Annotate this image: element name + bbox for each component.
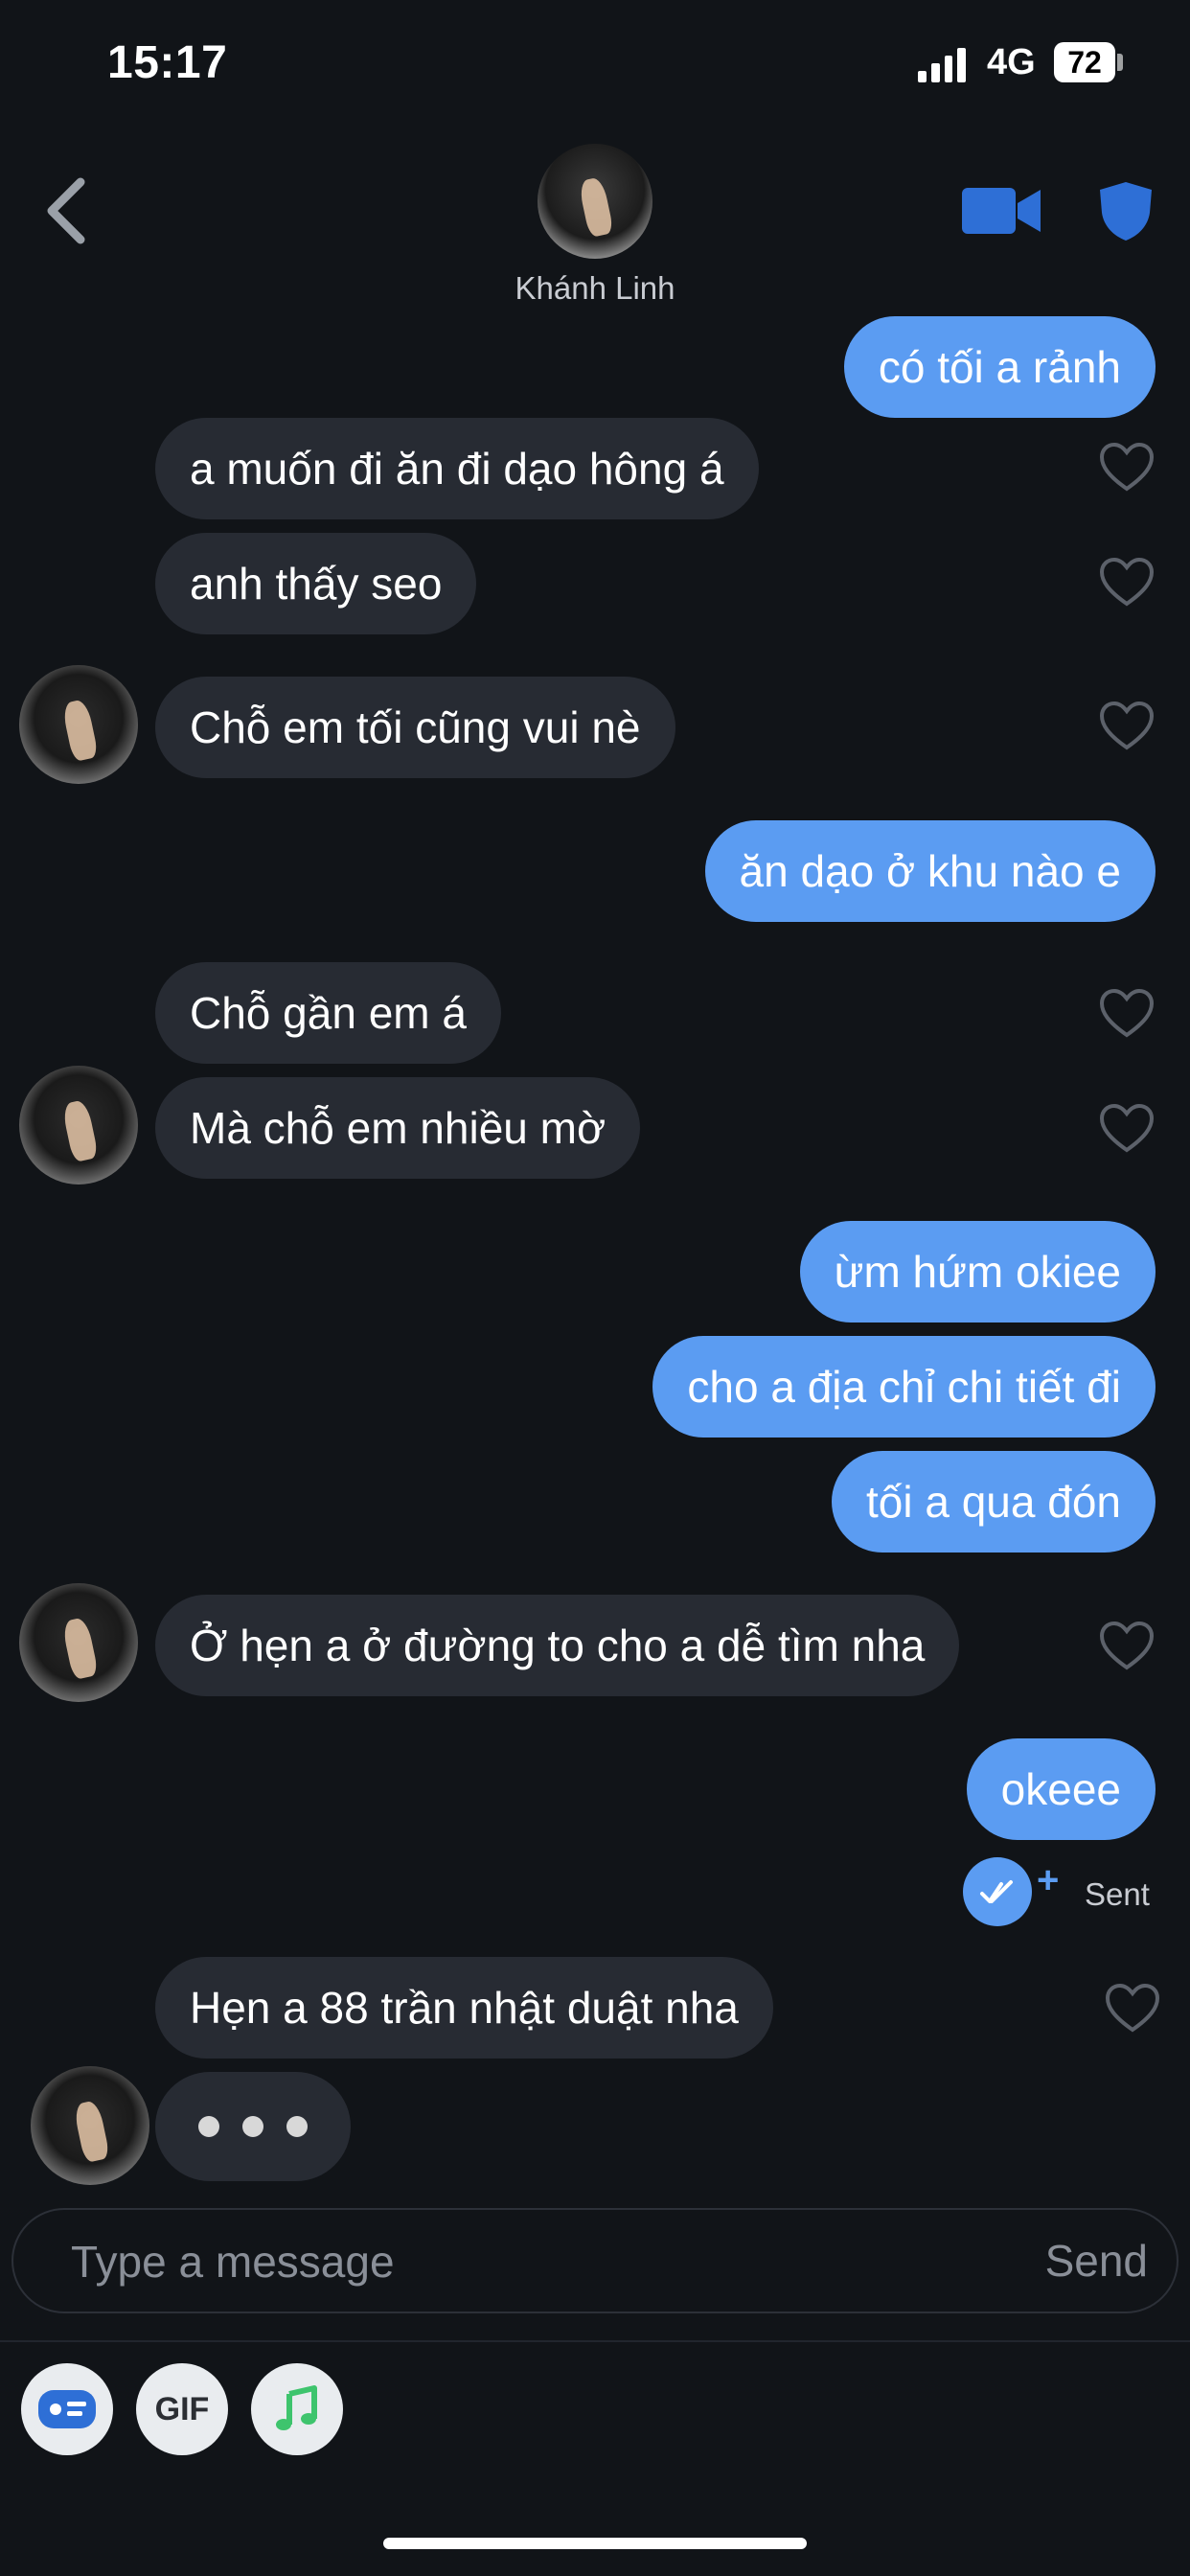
bio-card-button[interactable]: [21, 2363, 113, 2455]
message-outgoing[interactable]: cho a địa chỉ chi tiết đi: [652, 1336, 1156, 1438]
heart-icon[interactable]: [1098, 1620, 1156, 1673]
network-type: 4G: [987, 42, 1036, 82]
message-incoming[interactable]: Hẹn a 88 trần nhật duật nha: [155, 1957, 773, 2058]
header-avatar[interactable]: [538, 144, 652, 259]
message-outgoing[interactable]: ăn dạo ở khu nào e: [704, 820, 1156, 922]
gif-button[interactable]: GIF: [136, 2363, 228, 2455]
message-incoming[interactable]: Ở hẹn a ở đường to cho a dễ tìm nha: [155, 1595, 960, 1696]
back-button[interactable]: [38, 172, 96, 249]
music-button[interactable]: [251, 2363, 343, 2455]
status-time: 15:17: [107, 37, 228, 88]
avatar[interactable]: [19, 1583, 138, 1702]
contact-name[interactable]: Khánh Linh: [403, 270, 787, 307]
avatar[interactable]: [19, 665, 138, 784]
video-call-button[interactable]: [958, 182, 1044, 240]
avatar[interactable]: [19, 1066, 138, 1184]
avatar[interactable]: [31, 2066, 149, 2185]
message-composer: Send: [11, 2208, 1179, 2313]
double-check-icon: [980, 1880, 1013, 1903]
battery-level: 72: [1067, 44, 1102, 80]
battery-tip: [1117, 54, 1123, 71]
message-incoming[interactable]: Mà chỗ em nhiều mờ: [155, 1077, 641, 1179]
back-chevron-icon: [47, 177, 85, 244]
shield-icon: [1100, 182, 1152, 241]
message-input[interactable]: [69, 2210, 935, 2313]
safety-shield-button[interactable]: [1096, 178, 1156, 243]
video-camera-icon: [962, 188, 1041, 234]
send-button[interactable]: Send: [1045, 2210, 1148, 2312]
divider: [0, 2340, 1190, 2342]
message-outgoing[interactable]: ừm hứm okiee: [799, 1221, 1156, 1322]
heart-icon[interactable]: [1098, 556, 1156, 610]
music-note-icon: [276, 2385, 317, 2430]
heart-icon[interactable]: [1098, 987, 1156, 1041]
message-outgoing[interactable]: tối a qua đón: [831, 1451, 1156, 1552]
typing-indicator: [155, 2072, 351, 2181]
message-incoming[interactable]: Chỗ gần em á: [155, 962, 501, 1064]
message-outgoing[interactable]: có tối a rảnh: [843, 316, 1156, 418]
message-incoming[interactable]: anh thấy seo: [155, 533, 477, 634]
home-indicator[interactable]: [383, 2538, 807, 2549]
receipt-plus[interactable]: +: [1037, 1859, 1059, 1902]
battery-icon: 72: [1054, 42, 1115, 82]
id-card-icon: [38, 2390, 96, 2428]
gif-label: GIF: [154, 2390, 210, 2427]
heart-icon[interactable]: [1098, 1102, 1156, 1156]
read-receipt: [963, 1857, 1032, 1926]
message-incoming[interactable]: Chỗ em tối cũng vui nè: [155, 677, 675, 778]
heart-icon[interactable]: [1104, 1982, 1161, 2036]
message-incoming[interactable]: a muốn đi ăn đi dạo hông á: [155, 418, 759, 519]
signal-icon: [918, 48, 966, 82]
sent-status: Sent: [1085, 1876, 1150, 1912]
message-outgoing[interactable]: okeee: [966, 1738, 1156, 1840]
heart-icon[interactable]: [1098, 441, 1156, 494]
heart-icon[interactable]: [1098, 700, 1156, 753]
